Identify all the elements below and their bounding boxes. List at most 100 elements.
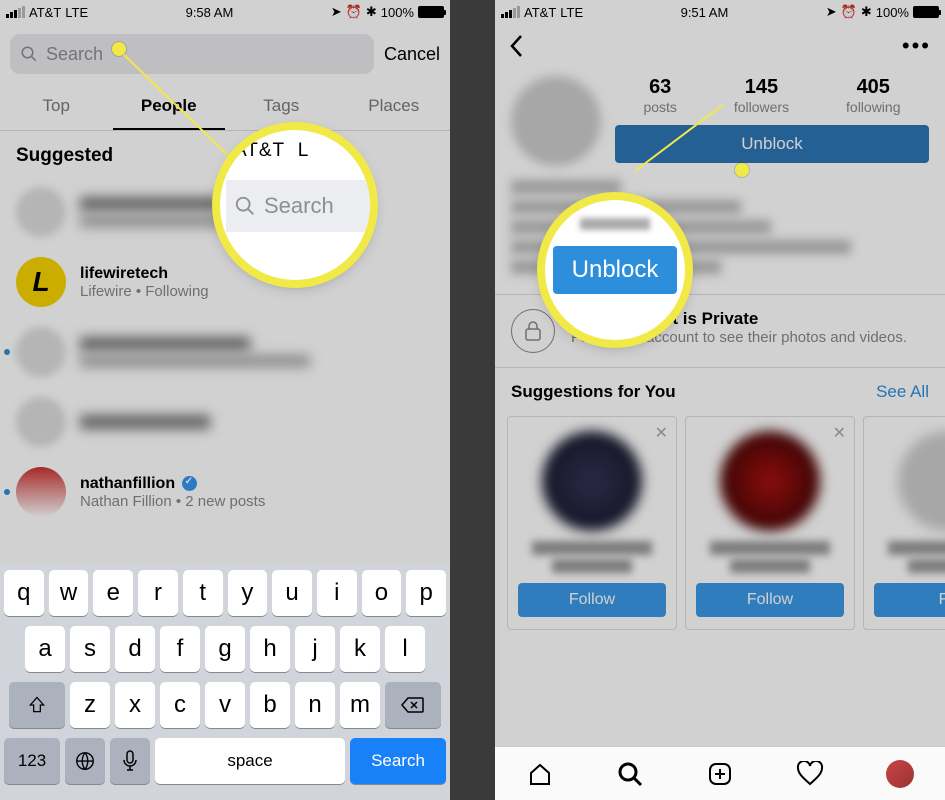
key[interactable]: c: [160, 682, 200, 728]
search-input[interactable]: Search: [10, 34, 374, 74]
key[interactable]: g: [205, 626, 245, 672]
search-icon[interactable]: [616, 760, 644, 788]
mic-key[interactable]: [110, 738, 150, 784]
more-options-button[interactable]: •••: [902, 33, 931, 59]
key[interactable]: s: [70, 626, 110, 672]
user-sub: Lifewire • Following: [80, 283, 209, 300]
unblock-button[interactable]: Unblock: [615, 125, 929, 163]
globe-key[interactable]: [65, 738, 105, 784]
tab-places[interactable]: Places: [338, 84, 451, 130]
key[interactable]: w: [49, 570, 89, 616]
key[interactable]: a: [25, 626, 65, 672]
list-item[interactable]: nathanfillion Nathan Fillion • 2 new pos…: [0, 457, 450, 527]
space-key[interactable]: space: [155, 738, 345, 784]
tab-people[interactable]: People: [113, 84, 226, 130]
key[interactable]: u: [272, 570, 312, 616]
activity-heart-icon[interactable]: [796, 760, 824, 788]
profile-avatar[interactable]: [511, 76, 601, 166]
suggestion-name-blurred: [532, 541, 652, 555]
search-key[interactable]: Search: [350, 738, 446, 784]
list-item[interactable]: [0, 387, 450, 457]
key[interactable]: t: [183, 570, 223, 616]
username: lifewiretech: [80, 265, 209, 283]
tab-top[interactable]: Top: [0, 84, 113, 130]
key[interactable]: x: [115, 682, 155, 728]
suggestion-card[interactable]: ✕ Fo: [863, 416, 945, 630]
suggestion-card[interactable]: ✕ Follow: [685, 416, 855, 630]
search-row: Search Cancel: [0, 24, 450, 84]
suggestion-name-blurred: [710, 541, 830, 555]
see-all-button[interactable]: See All: [876, 382, 929, 402]
right-phone-profile-screen: AT&T LTE 9:51 AM ➤ ⏰ ✱ 100% ••• 63posts …: [495, 0, 945, 800]
home-icon[interactable]: [526, 760, 554, 788]
profile-header: 63posts 145followers 405following Unbloc…: [495, 68, 945, 174]
battery-percent: 100%: [876, 5, 909, 20]
key[interactable]: n: [295, 682, 335, 728]
key[interactable]: r: [138, 570, 178, 616]
key[interactable]: m: [340, 682, 380, 728]
status-bar: AT&T LTE 9:58 AM ➤ ⏰ ✱ 100%: [0, 0, 450, 24]
clock: 9:51 AM: [681, 5, 729, 20]
add-post-icon[interactable]: [706, 760, 734, 788]
carrier-label: AT&T: [524, 5, 556, 20]
key[interactable]: p: [406, 570, 446, 616]
keyboard: q w e r t y u i o p a s d f g h j k l z …: [0, 564, 450, 800]
close-icon[interactable]: ✕: [833, 423, 846, 443]
key[interactable]: z: [70, 682, 110, 728]
stat-posts[interactable]: 63posts: [643, 76, 676, 115]
key[interactable]: i: [317, 570, 357, 616]
phone-gap: [450, 0, 495, 800]
status-bar: AT&T LTE 9:51 AM ➤ ⏰ ✱ 100%: [495, 0, 945, 24]
key[interactable]: j: [295, 626, 335, 672]
signal-icon: [6, 6, 25, 18]
follow-button[interactable]: Fo: [874, 583, 945, 617]
key[interactable]: d: [115, 626, 155, 672]
verified-badge-icon: [182, 476, 197, 491]
carrier-label: AT&T: [29, 5, 61, 20]
new-indicator-dot: [4, 489, 10, 495]
shift-key[interactable]: [9, 682, 65, 728]
key[interactable]: b: [250, 682, 290, 728]
profile-tab-avatar[interactable]: [886, 760, 914, 788]
avatar: [16, 327, 66, 377]
key[interactable]: y: [228, 570, 268, 616]
battery-icon: [913, 6, 939, 18]
suggestion-card[interactable]: ✕ Follow: [507, 416, 677, 630]
key[interactable]: f: [160, 626, 200, 672]
close-icon[interactable]: ✕: [655, 423, 668, 443]
back-button[interactable]: [509, 34, 523, 58]
key[interactable]: h: [250, 626, 290, 672]
cancel-button[interactable]: Cancel: [384, 44, 440, 65]
suggestion-sub-blurred: [908, 559, 945, 573]
alarm-icon: ⏰: [841, 4, 857, 20]
nav-bar: •••: [495, 24, 945, 68]
backspace-key[interactable]: [385, 682, 441, 728]
key[interactable]: q: [4, 570, 44, 616]
left-phone-search-screen: AT&T LTE 9:58 AM ➤ ⏰ ✱ 100% Search Cance…: [0, 0, 450, 800]
key[interactable]: o: [362, 570, 402, 616]
stat-following[interactable]: 405following: [846, 76, 900, 115]
user-sub: Nathan Fillion • 2 new posts: [80, 493, 265, 510]
follow-button[interactable]: Follow: [696, 583, 844, 617]
avatar: [898, 431, 945, 531]
avatar: [542, 431, 642, 531]
avatar: L: [16, 257, 66, 307]
suggestions-title: Suggestions for You: [511, 382, 676, 402]
key[interactable]: v: [205, 682, 245, 728]
search-placeholder: Search: [46, 44, 103, 65]
stat-followers[interactable]: 145followers: [734, 76, 789, 115]
suggestion-sub-blurred: [552, 559, 632, 573]
new-indicator-dot: [4, 349, 10, 355]
key[interactable]: l: [385, 626, 425, 672]
follow-button[interactable]: Follow: [518, 583, 666, 617]
lock-icon: [511, 309, 555, 353]
avatar: [16, 467, 66, 517]
tab-tags[interactable]: Tags: [225, 84, 338, 130]
numbers-key[interactable]: 123: [4, 738, 60, 784]
key[interactable]: k: [340, 626, 380, 672]
list-item[interactable]: [0, 317, 450, 387]
list-item[interactable]: L lifewiretech Lifewire • Following: [0, 247, 450, 317]
avatar: [16, 187, 66, 237]
search-icon: [234, 195, 256, 217]
key[interactable]: e: [93, 570, 133, 616]
